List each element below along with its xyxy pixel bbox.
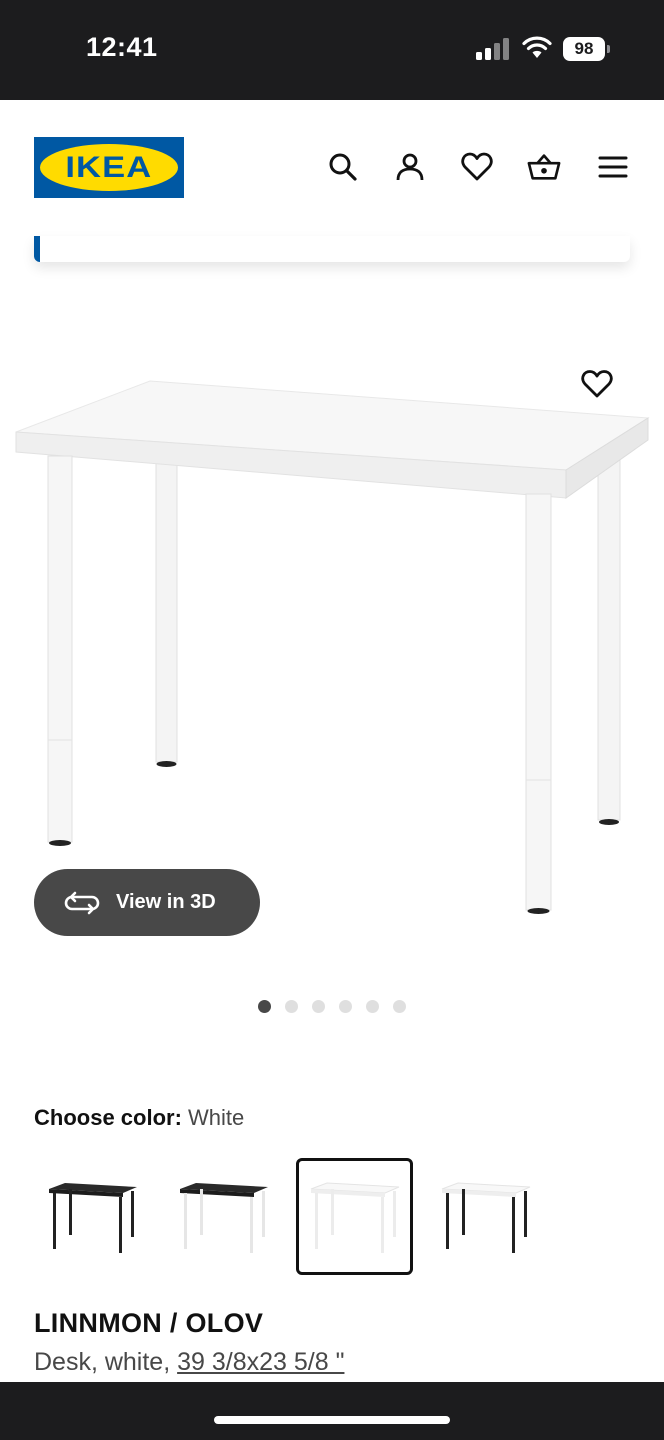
color-swatches xyxy=(34,1158,544,1275)
product-description-text: Desk, white, xyxy=(34,1348,178,1376)
notice-banner xyxy=(34,236,630,262)
view-in-3d-label: View in 3D xyxy=(116,891,216,913)
save-to-favorites-button[interactable] xyxy=(578,366,616,402)
wifi-icon xyxy=(522,36,552,58)
favorites-icon[interactable] xyxy=(460,150,494,184)
carousel-dot[interactable] xyxy=(285,1000,298,1013)
choose-color-value: White xyxy=(188,1105,245,1130)
site-header: IKEA xyxy=(0,100,664,236)
carousel-dot[interactable] xyxy=(258,1000,271,1013)
carousel-dot[interactable] xyxy=(312,1000,325,1013)
banner-accent xyxy=(34,236,40,262)
choose-color-key: Choose color: xyxy=(34,1105,189,1130)
home-indicator[interactable] xyxy=(214,1416,450,1424)
battery-tip xyxy=(607,45,610,53)
color-swatch-white-black[interactable] xyxy=(427,1158,544,1275)
carousel-dot[interactable] xyxy=(366,1000,379,1013)
choose-color-label: Choose color: White xyxy=(34,1105,244,1131)
product-name: LINNMON / OLOV xyxy=(34,1308,264,1338)
color-swatch-black-brown-white[interactable] xyxy=(165,1158,282,1275)
logo-oval: IKEA xyxy=(40,144,178,191)
heart-icon xyxy=(581,370,613,398)
product-image[interactable] xyxy=(0,290,664,970)
product-size-link[interactable]: 39 3/8x23 5/8 " xyxy=(177,1348,344,1376)
product-page: 12:41 98 IKEA View in 3D Choose color: W… xyxy=(0,0,664,1440)
product-description: Desk, white, 39 3/8x23 5/8 " xyxy=(34,1348,344,1377)
color-swatch-white-white[interactable] xyxy=(296,1158,413,1275)
rotate-3d-icon xyxy=(64,891,100,914)
status-bar: 12:41 98 xyxy=(0,0,664,100)
battery-indicator: 98 xyxy=(563,37,605,61)
view-in-3d-button[interactable]: View in 3D xyxy=(34,869,260,936)
menu-icon[interactable] xyxy=(596,150,630,184)
account-icon[interactable] xyxy=(393,150,427,184)
logo-text: IKEA xyxy=(65,150,153,184)
status-time: 12:41 xyxy=(86,32,158,62)
ikea-logo[interactable]: IKEA xyxy=(34,137,184,198)
color-swatch-black-brown-black[interactable] xyxy=(34,1158,151,1275)
basket-icon[interactable] xyxy=(527,150,561,184)
search-icon[interactable] xyxy=(326,150,360,184)
signal-icon xyxy=(476,38,509,60)
carousel-dot[interactable] xyxy=(393,1000,406,1013)
carousel-dots xyxy=(258,1000,406,1013)
carousel-dot[interactable] xyxy=(339,1000,352,1013)
home-bar xyxy=(0,1382,664,1440)
